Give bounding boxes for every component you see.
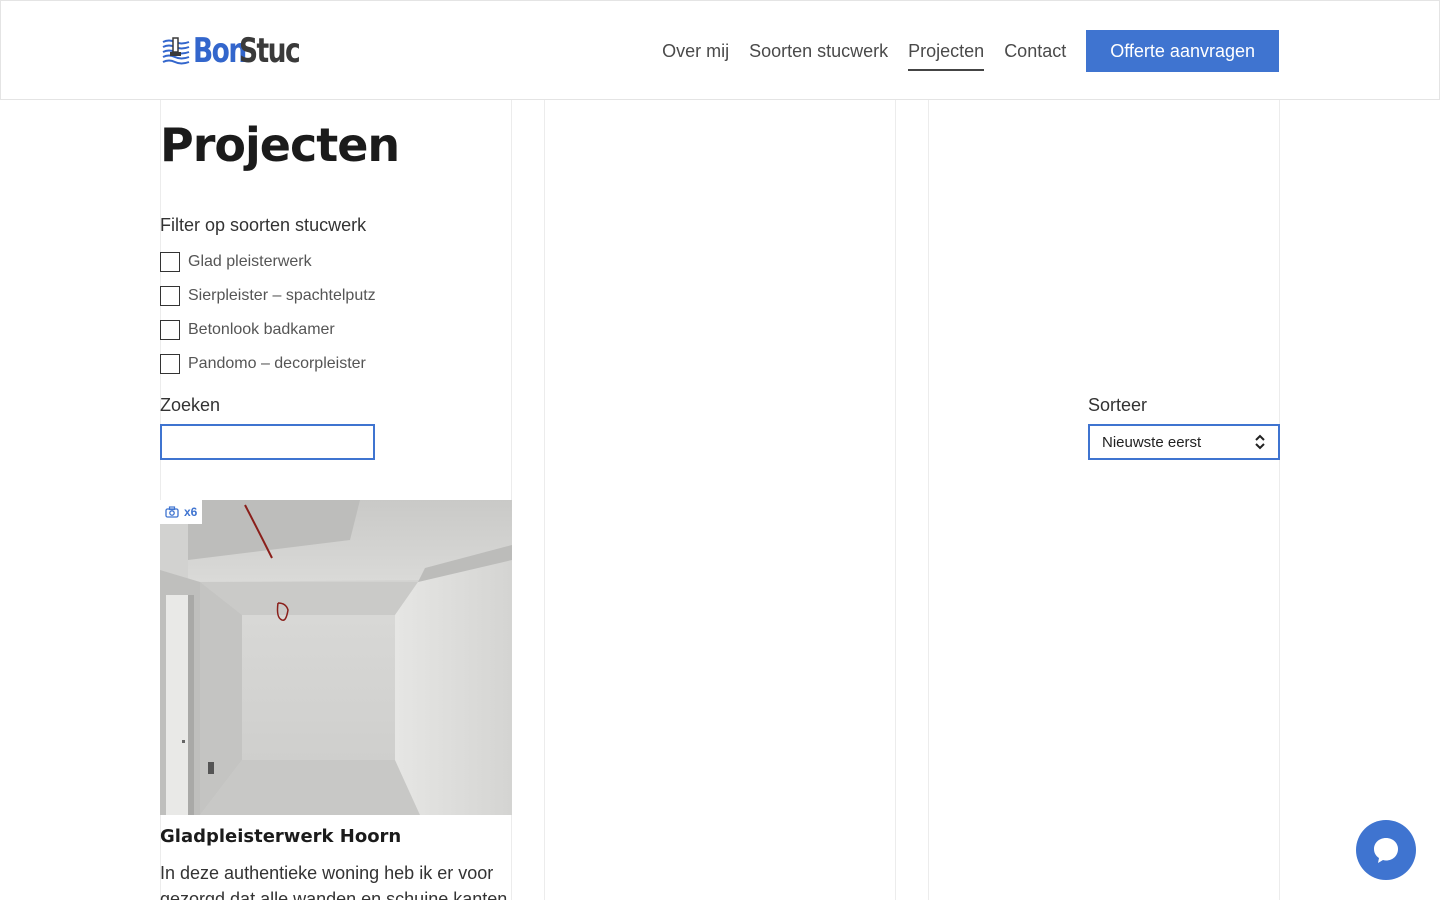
column-divider (895, 100, 896, 900)
filter-option-label: Glad pleisterwerk (188, 253, 312, 270)
photo-count-badge: x6 (160, 500, 203, 524)
filter-checkbox[interactable] (160, 286, 180, 306)
filter-option-label: Pandomo – decorpleister (188, 355, 366, 372)
filter-checkbox[interactable] (160, 320, 180, 340)
filter-checkbox[interactable] (160, 252, 180, 272)
filter-option-label: Sierpleister – spachtelputz (188, 287, 376, 304)
nav-item-soorten-stucwerk[interactable]: Soorten stucwerk (749, 30, 888, 72)
search-input[interactable] (160, 424, 375, 460)
filter-option-glad-pleisterwerk[interactable]: Glad pleisterwerk (160, 252, 376, 272)
sort-select[interactable]: Nieuwste eerst (1088, 424, 1280, 460)
search-label: Zoeken (160, 395, 221, 415)
project-image[interactable]: x6 (160, 500, 512, 815)
filter-checkbox[interactable] (160, 354, 180, 374)
page-title: Projecten (160, 118, 400, 172)
project-title[interactable]: Gladpleisterwerk Hoorn (160, 826, 401, 847)
filter-option-betonlook[interactable]: Betonlook badkamer (160, 320, 376, 340)
camera-icon (165, 506, 179, 518)
column-divider (544, 100, 545, 900)
column-divider (1279, 100, 1280, 900)
project-description: In deze authentieke woning heb ik er voo… (160, 863, 508, 900)
photo-count: x6 (184, 505, 198, 519)
filter-list: Glad pleisterwerk Sierpleister – spachte… (160, 252, 376, 388)
chat-button[interactable] (1356, 820, 1416, 880)
sort-label: Sorteer (1088, 395, 1148, 415)
filter-option-sierpleister[interactable]: Sierpleister – spachtelputz (160, 286, 376, 306)
filter-option-label: Betonlook badkamer (188, 321, 335, 338)
site-logo[interactable]: Bon Stuc (161, 31, 301, 71)
project-photo (160, 500, 512, 815)
filter-option-pandomo[interactable]: Pandomo – decorpleister (160, 354, 376, 374)
column-divider (928, 100, 929, 900)
sort-selected-value: Nieuwste eerst (1102, 433, 1202, 451)
nav-item-over-mij[interactable]: Over mij (662, 30, 729, 72)
main-nav: Over mij Soorten stucwerk Projecten Cont… (642, 30, 1279, 72)
logo-text-primary: Bon (193, 31, 247, 71)
chat-icon (1374, 838, 1398, 863)
sort-arrows-icon (1255, 434, 1265, 450)
site-header: Bon Stuc Over mij Soorten stucwerk Proje… (0, 0, 1440, 100)
logo-text-secondary: Stuc (239, 31, 301, 71)
logo-trowel-icon (162, 37, 190, 65)
request-quote-button[interactable]: Offerte aanvragen (1086, 30, 1279, 72)
nav-item-contact[interactable]: Contact (1004, 30, 1066, 72)
nav-item-projecten[interactable]: Projecten (908, 30, 985, 72)
filter-heading: Filter op soorten stucwerk (160, 215, 367, 235)
